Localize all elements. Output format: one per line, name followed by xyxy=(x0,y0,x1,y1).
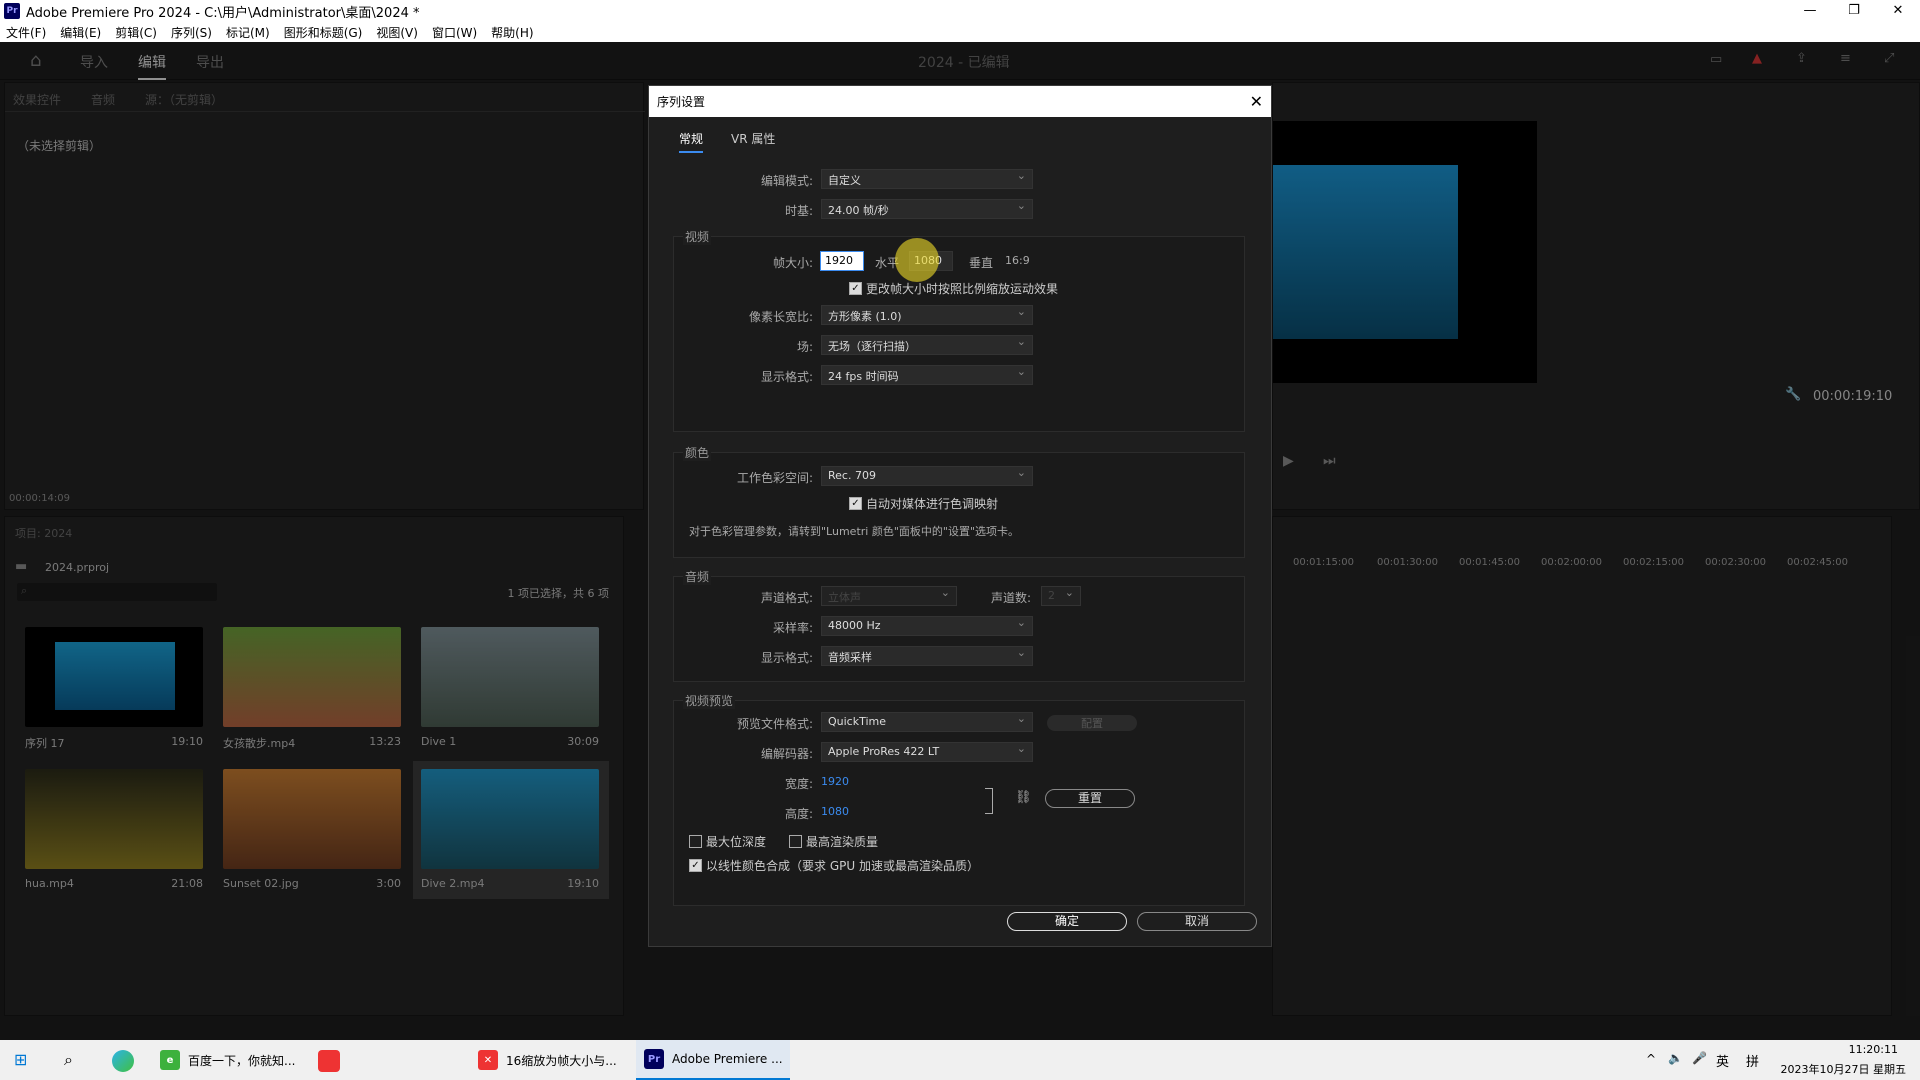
camtasia-icon[interactable] xyxy=(318,1050,340,1072)
check-icon: ✓ xyxy=(689,859,702,872)
minimize-button[interactable]: — xyxy=(1788,0,1832,22)
menu-bar: 文件(F) 编辑(E) 剪辑(C) 序列(S) 标记(M) 图形和标题(G) 视… xyxy=(0,22,1920,42)
checkbox-box xyxy=(789,835,802,848)
cursor-highlight xyxy=(895,238,939,282)
sequence-settings-dialog: 序列设置 ✕ 常规 VR 属性 编辑模式: 自定义 时基: 24.00 帧/秒 … xyxy=(648,85,1272,947)
workspace-label: 工作色彩空间: xyxy=(736,471,813,485)
taskbar-item-baidu[interactable]: e 百度一下，你就知... xyxy=(152,1040,312,1080)
channel-format-label: 声道格式: xyxy=(760,591,813,605)
window-titlebar: Pr Adobe Premiere Pro 2024 - C:\用户\Admin… xyxy=(0,0,1920,22)
preview-format-select[interactable]: QuickTime xyxy=(821,712,1033,732)
link-bracket xyxy=(985,788,993,814)
close-icon[interactable]: ✕ xyxy=(1250,92,1263,111)
menu-help[interactable]: 帮助(H) xyxy=(491,24,533,41)
ok-button[interactable]: 确定 xyxy=(1007,912,1127,931)
configure-button: 配置 xyxy=(1047,715,1137,731)
scale-motion-checkbox[interactable]: ✓ 更改帧大小时按照比例缩放运动效果 xyxy=(849,280,1058,297)
preview-height-label: 高度: xyxy=(784,807,813,821)
premiere-app-icon: Pr xyxy=(644,1049,664,1069)
frame-size-label: 帧大小: xyxy=(772,256,813,270)
microphone-icon[interactable]: 🎤 xyxy=(1692,1051,1707,1065)
channel-format-select: 立体声 xyxy=(821,586,957,606)
menu-sequence[interactable]: 序列(S) xyxy=(171,24,212,41)
search-icon[interactable]: ⌕ xyxy=(64,1050,73,1070)
browser-icon[interactable] xyxy=(112,1050,134,1072)
reset-button[interactable]: 重置 xyxy=(1045,789,1135,808)
channels-label: 声道数: xyxy=(991,591,1032,605)
link-icon[interactable]: ⛓ xyxy=(1015,790,1032,805)
audio-display-select[interactable]: 音频采样 xyxy=(821,646,1033,666)
tray-chevron-icon[interactable]: ^ xyxy=(1646,1052,1656,1066)
max-bit-depth-checkbox[interactable]: 最大位深度 xyxy=(689,833,766,850)
clock-time[interactable]: 11:20:11 xyxy=(1788,1043,1898,1056)
par-select[interactable]: 方形像素 (1.0) xyxy=(821,305,1033,325)
window-title: Adobe Premiere Pro 2024 - C:\用户\Administ… xyxy=(26,5,420,21)
taskbar: ⊞ ⌕ e 百度一下，你就知... ✕ 16缩放为帧大小与... Pr Adobe P… xyxy=(0,1040,1920,1080)
tab-vr-properties[interactable]: VR 属性 xyxy=(731,130,775,153)
codec-select[interactable]: Apple ProRes 422 LT xyxy=(821,742,1033,762)
doc-app-icon: ✕ xyxy=(478,1050,498,1070)
preview-width-label: 宽度: xyxy=(784,777,813,791)
menu-edit[interactable]: 编辑(E) xyxy=(60,24,101,41)
linear-color-checkbox[interactable]: ✓ 以线性颜色合成（要求 GPU 加速或最高渲染品质） xyxy=(689,857,979,874)
taskbar-item-premiere[interactable]: Pr Adobe Premiere ... xyxy=(636,1040,790,1080)
aspect-ratio-value: 16:9 xyxy=(1005,254,1030,267)
display-format-select[interactable]: 24 fps 时间码 xyxy=(821,365,1033,385)
preview-section-title: 视频预览 xyxy=(683,692,736,709)
ime-mode-indicator[interactable]: 拼 xyxy=(1746,1051,1759,1070)
menu-markers[interactable]: 标记(M) xyxy=(226,24,270,41)
speaker-icon[interactable]: 🔈 xyxy=(1668,1051,1683,1065)
browser-app-icon: e xyxy=(160,1050,180,1070)
windows-start-icon[interactable]: ⊞ xyxy=(14,1050,27,1069)
par-label: 像素长宽比: xyxy=(748,310,813,324)
close-window-button[interactable]: ✕ xyxy=(1876,0,1920,22)
edit-mode-label: 编辑模式: xyxy=(760,174,813,188)
taskbar-item-document[interactable]: ✕ 16缩放为帧大小与... xyxy=(470,1040,630,1080)
ime-indicator[interactable]: 英 xyxy=(1716,1051,1729,1070)
checkbox-box xyxy=(689,835,702,848)
sample-rate-select[interactable]: 48000 Hz xyxy=(821,616,1033,636)
field-label: 场: xyxy=(796,340,813,354)
maximize-button[interactable]: ❐ xyxy=(1832,0,1876,22)
dialog-header: 序列设置 ✕ xyxy=(649,86,1271,117)
edit-mode-select[interactable]: 自定义 xyxy=(821,169,1033,189)
audio-section-title: 音频 xyxy=(683,568,712,585)
preview-format-label: 预览文件格式: xyxy=(736,717,813,731)
timebase-label: 时基: xyxy=(784,204,813,218)
premiere-logo-icon: Pr xyxy=(4,3,20,19)
vertical-label: 垂直 xyxy=(969,256,994,270)
channels-input: 2 xyxy=(1041,586,1081,606)
field-select[interactable]: 无场（逐行扫描） xyxy=(821,335,1033,355)
workspace-select[interactable]: Rec. 709 xyxy=(821,466,1033,486)
max-render-checkbox[interactable]: 最高渲染质量 xyxy=(789,833,878,850)
auto-tone-checkbox[interactable]: ✓ 自动对媒体进行色调映射 xyxy=(849,495,998,512)
preview-height-value[interactable]: 1080 xyxy=(821,805,849,818)
menu-file[interactable]: 文件(F) xyxy=(6,24,46,41)
cancel-button[interactable]: 取消 xyxy=(1137,912,1257,931)
menu-clip[interactable]: 剪辑(C) xyxy=(115,24,157,41)
clock-date[interactable]: 2023年10月27日 星期五 xyxy=(1776,1061,1907,1077)
display-format-label: 显示格式: xyxy=(760,370,813,384)
menu-window[interactable]: 窗口(W) xyxy=(432,24,477,41)
timebase-select[interactable]: 24.00 帧/秒 xyxy=(821,199,1033,219)
check-icon: ✓ xyxy=(849,497,862,510)
color-section-title: 颜色 xyxy=(683,444,712,461)
sample-rate-label: 采样率: xyxy=(772,621,813,635)
frame-width-input[interactable]: 1920 xyxy=(820,251,864,271)
menu-graphics[interactable]: 图形和标题(G) xyxy=(284,24,363,41)
tab-general[interactable]: 常规 xyxy=(679,130,704,153)
preview-width-value[interactable]: 1920 xyxy=(821,775,849,788)
audio-display-label: 显示格式: xyxy=(760,651,813,665)
codec-label: 编解码器: xyxy=(760,747,813,761)
video-section-title: 视频 xyxy=(683,228,712,245)
check-icon: ✓ xyxy=(849,282,862,295)
menu-view[interactable]: 视图(V) xyxy=(376,24,418,41)
dialog-title: 序列设置 xyxy=(657,95,706,109)
color-note: 对于色彩管理参数，请转到"Lumetri 颜色"面板中的"设置"选项卡。 xyxy=(689,525,1020,538)
